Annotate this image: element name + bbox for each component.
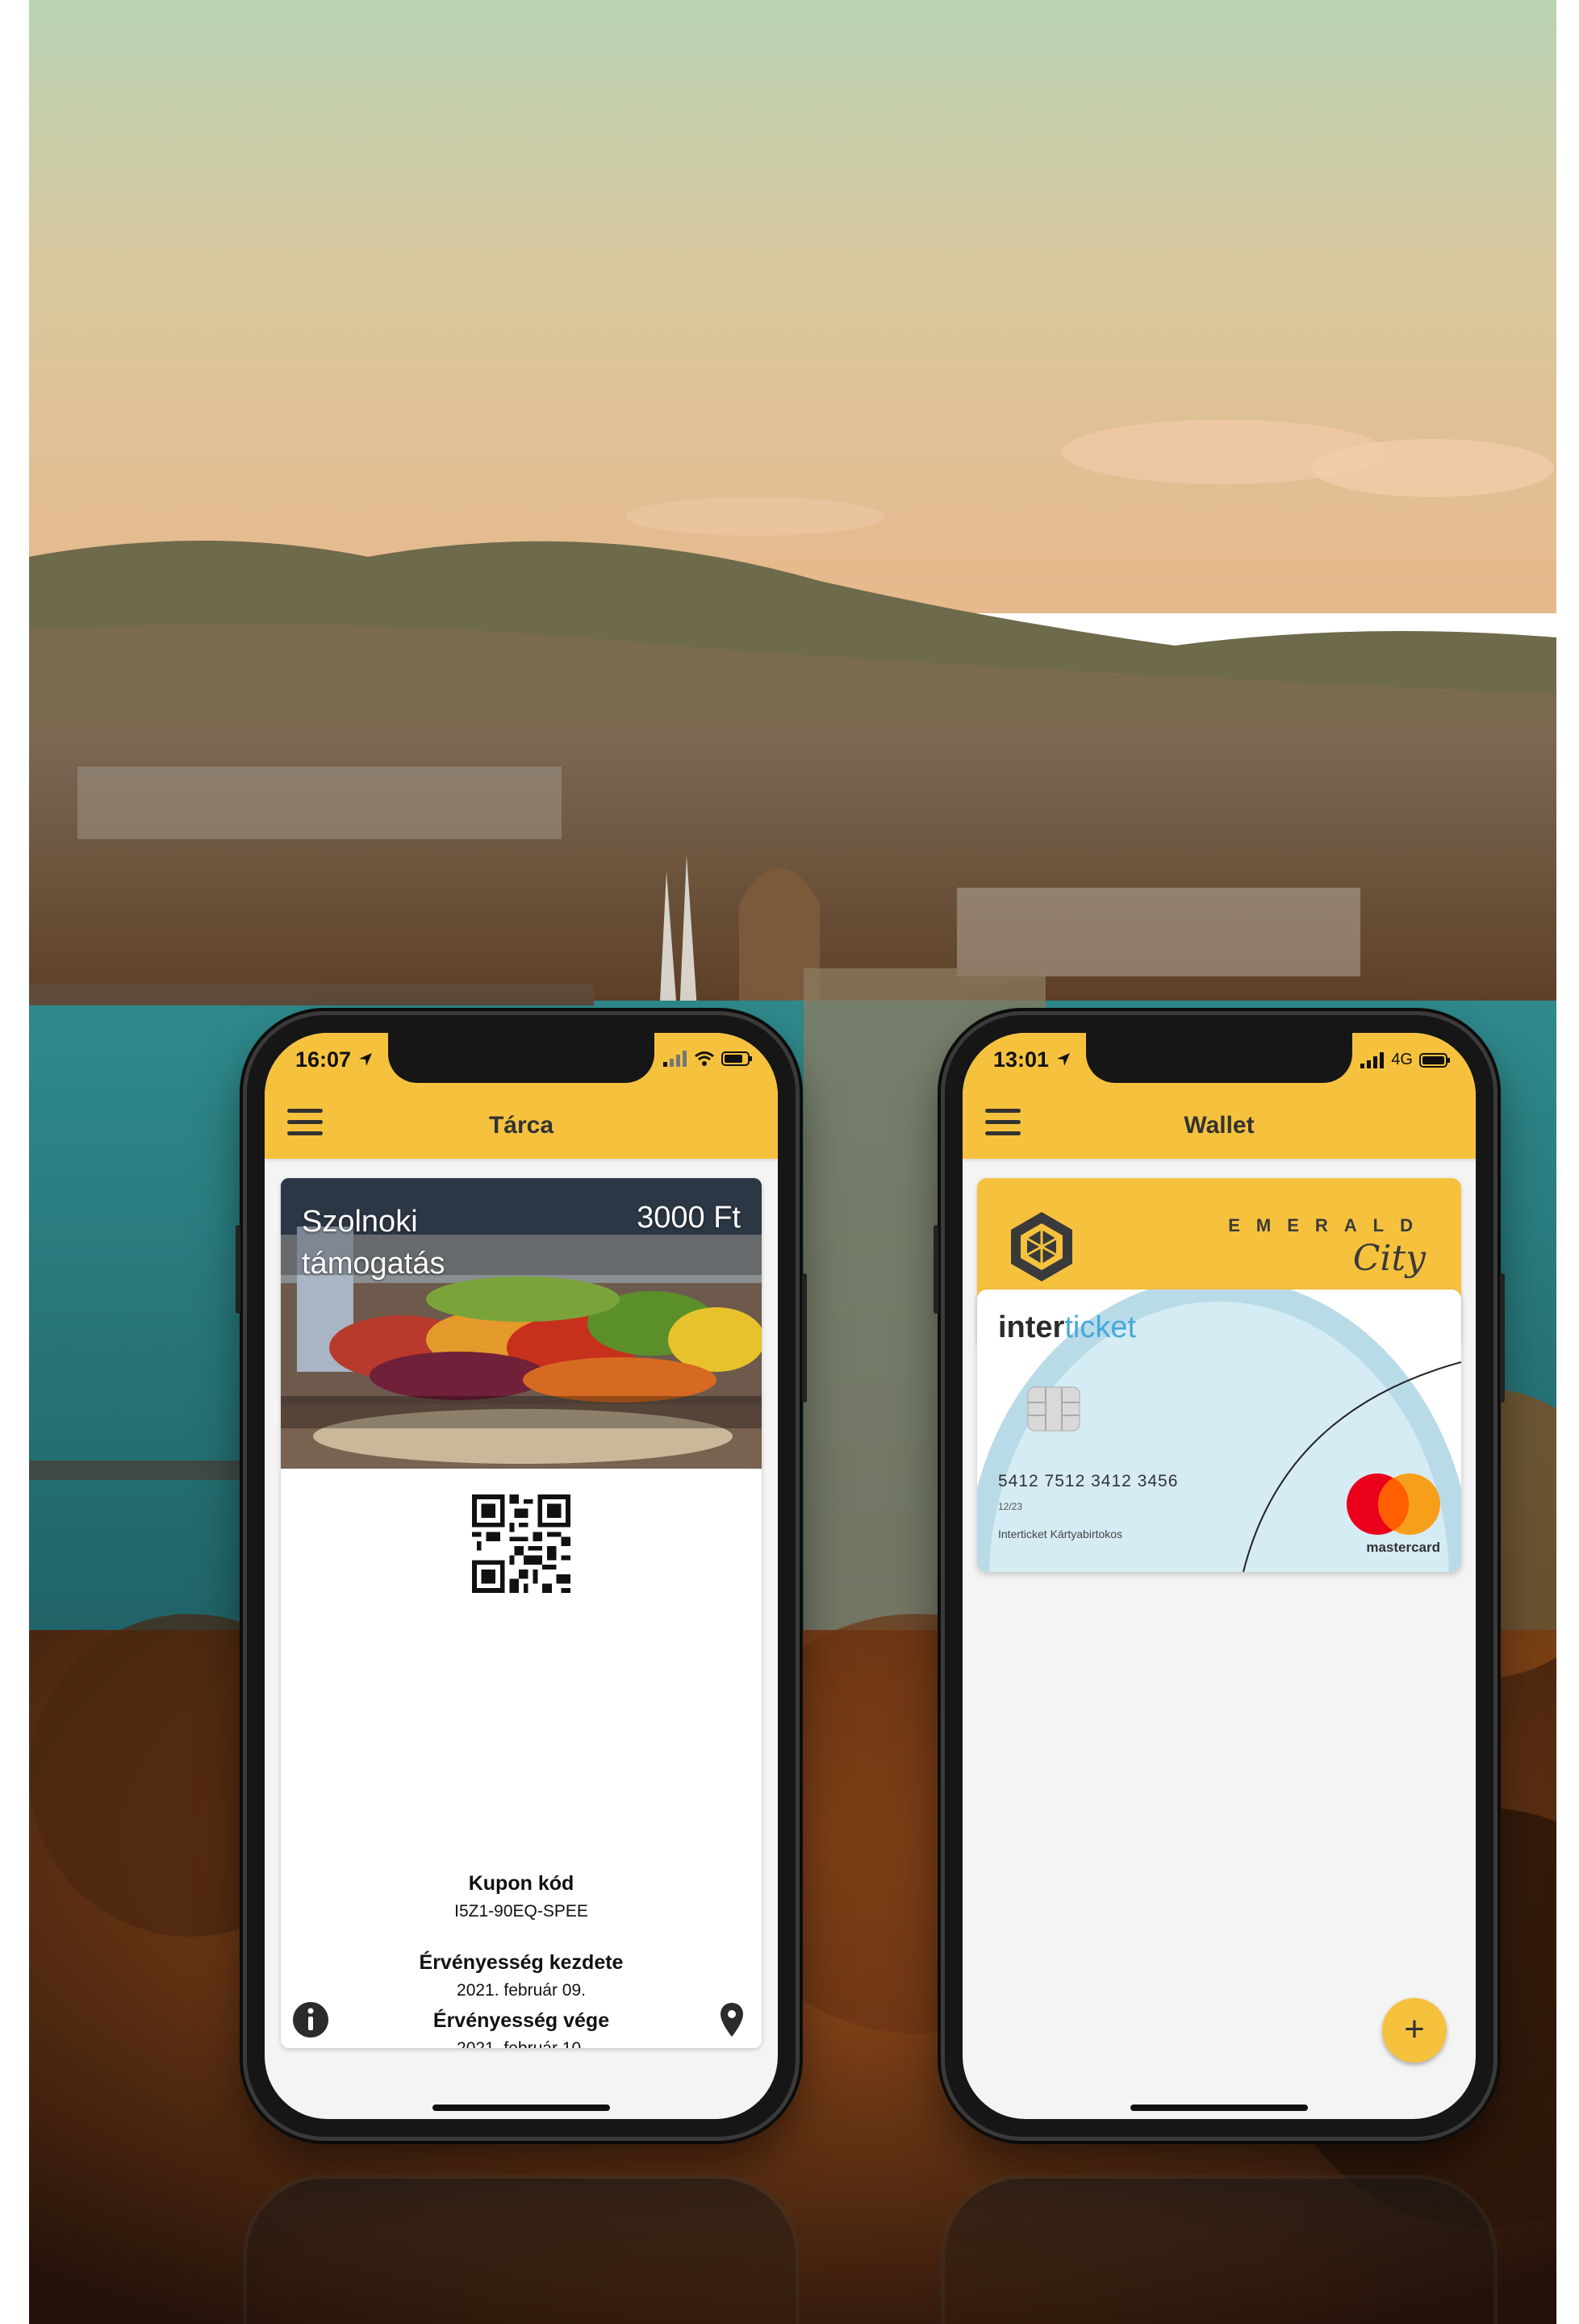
card-number: 5412 7512 3412 3456 (998, 1472, 1179, 1490)
right-phone: 13:01 4G Wallet EMERALD City interticket… (934, 1015, 1505, 2137)
card-holder: Interticket Kártyabirtokos (998, 1528, 1123, 1540)
power-button (802, 1273, 807, 1402)
qr-code-icon (472, 1494, 570, 1593)
left-phone-screen: 16:07 Tárca Szolnoki támogatás 3000 Ft K… (265, 1033, 778, 2119)
chip-icon (1027, 1386, 1080, 1432)
power-button (1500, 1273, 1505, 1402)
coupon-code-label: Kupon kód (468, 1872, 574, 1895)
home-indicator[interactable] (1130, 2105, 1308, 2111)
plus-icon: + (1404, 2009, 1425, 2049)
volume-button (236, 1225, 240, 1314)
status-time: 16:07 (295, 1047, 352, 1072)
battery-icon (1419, 1052, 1450, 1068)
coupon-amount: 3000 Ft (637, 1201, 741, 1235)
page-title: Wallet (1184, 1112, 1255, 1139)
emerald-hexagon-logo-icon (1011, 1212, 1072, 1281)
emerald-city-script: City (1352, 1238, 1426, 1279)
right-phone-screen: 13:01 4G Wallet EMERALD City interticket… (963, 1033, 1476, 2119)
status-time: 13:01 (993, 1047, 1050, 1072)
app-bar: Tárca (265, 1091, 778, 1159)
left-phone: 16:07 Tárca Szolnoki támogatás 3000 Ft K… (236, 1015, 807, 2137)
page-title: Tárca (488, 1112, 554, 1139)
mastercard-logo-icon (1347, 1473, 1440, 1535)
mastercard-wordmark: mastercard (1366, 1540, 1440, 1555)
battery-icon (721, 1051, 752, 1066)
phone-notch (1086, 1033, 1352, 1083)
coupon-card[interactable]: Szolnoki támogatás 3000 Ft Kupon kód I5Z… (281, 1178, 762, 2048)
interticket-bank-card[interactable]: interticket 5412 7512 3412 3456 12/23 In… (977, 1289, 1461, 1572)
right-phone-reflection (945, 2179, 1493, 2324)
background-scene: 16:07 Tárca Szolnoki támogatás 3000 Ft K… (29, 0, 1556, 2324)
info-icon[interactable] (292, 2001, 329, 2038)
volume-button (934, 1225, 938, 1314)
location-arrow-icon (359, 1053, 372, 1066)
coupon-title: Szolnoki támogatás (302, 1205, 445, 1281)
coupon-code-value: I5Z1-90EQ-SPEE (454, 1902, 588, 1921)
signal-icon (1360, 1051, 1385, 1068)
coupon-code-section: Kupon kód I5Z1-90EQ-SPEE (281, 1872, 762, 1921)
valid-to-section: Érvényesség vége 2021. február 10. (281, 2009, 762, 2048)
home-indicator[interactable] (432, 2105, 610, 2111)
network-type: 4G (1391, 1051, 1413, 1068)
valid-to-label: Érvényesség vége (432, 2009, 610, 2032)
interticket-logo: interticket (998, 1310, 1137, 1344)
signal-icon (663, 1051, 687, 1067)
valid-from-section: Érvényesség kezdete 2021. február 09. (281, 1951, 762, 2000)
card-expiry: 12/23 (998, 1501, 1023, 1512)
emerald-wordmark: EMERALD (1228, 1215, 1429, 1235)
add-card-button[interactable]: + (1382, 1998, 1447, 2063)
valid-from-value: 2021. február 09. (457, 1981, 586, 2000)
location-pin-icon[interactable] (713, 2001, 750, 2038)
valid-from-label: Érvényesség kezdete (419, 1951, 624, 1974)
app-bar: Wallet (963, 1091, 1476, 1159)
phone-notch (388, 1033, 654, 1083)
wifi-icon (695, 1051, 714, 1066)
location-arrow-icon (1057, 1053, 1070, 1066)
valid-to-value: 2021. február 10. (281, 2039, 762, 2048)
left-phone-reflection (247, 2179, 796, 2324)
